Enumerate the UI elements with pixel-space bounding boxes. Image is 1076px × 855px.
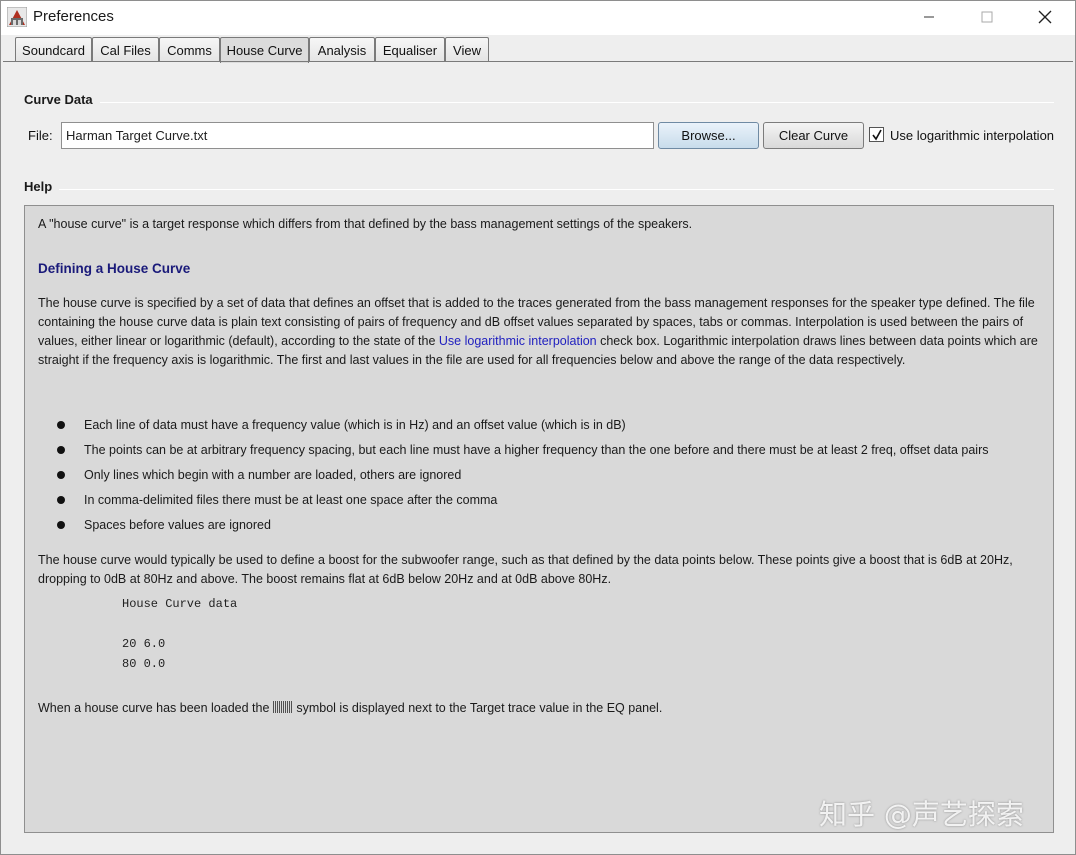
checkmark-icon [871, 129, 882, 140]
watermark: 知乎 @声艺探索 [819, 798, 1024, 831]
list-item: Each line of data must have a frequency … [55, 412, 1045, 437]
close-button[interactable] [1016, 1, 1074, 33]
tab-soundcard[interactable]: Soundcard [15, 37, 92, 62]
list-item-text: Only lines which begin with a number are… [84, 467, 462, 482]
help-divider [59, 189, 1054, 190]
preferences-window: Preferences Soundcard Cal Files Comms Ho… [0, 0, 1076, 855]
help-paragraph-3-text-a: When a house curve has been loaded the [38, 701, 273, 715]
minimize-icon [924, 16, 934, 18]
code-line-1: 20 6.0 [122, 637, 166, 651]
tab-comms[interactable]: Comms [159, 37, 220, 62]
code-line-2: 80 0.0 [122, 657, 166, 671]
help-paragraph-2: The house curve would typically be used … [38, 553, 1013, 586]
house-curve-symbol-icon [272, 701, 293, 713]
window-title: Preferences [33, 8, 114, 25]
minimize-button[interactable] [900, 1, 958, 33]
help-section-title: Help [24, 179, 53, 194]
bullet-icon [57, 445, 65, 454]
tab-equaliser[interactable]: Equaliser [375, 37, 445, 62]
file-label: File: [28, 128, 53, 143]
browse-button[interactable]: Browse... [658, 122, 759, 149]
curve-data-divider [100, 102, 1054, 103]
bullet-icon [57, 495, 65, 504]
tab-analysis[interactable]: Analysis [309, 37, 375, 62]
list-item: The points can be at arbitrary frequency… [55, 437, 1045, 462]
title-bar: Preferences [1, 1, 1075, 35]
list-item-text: Spaces before values are ignored [84, 517, 271, 532]
help-heading: Defining a House Curve [38, 261, 191, 276]
help-bullet-list: Each line of data must have a frequency … [55, 412, 1045, 537]
bullet-icon [57, 520, 65, 529]
tab-bar: Soundcard Cal Files Comms House Curve An… [1, 35, 1075, 63]
help-paragraph-3-text-b: symbol is displayed next to the Target t… [292, 701, 663, 715]
bullet-icon [57, 470, 65, 479]
bullet-icon [57, 420, 65, 429]
list-item-text: The points can be at arbitrary frequency… [84, 442, 989, 457]
list-item: In comma-delimited files there must be a… [55, 487, 1045, 512]
list-item-text: Each line of data must have a frequency … [84, 417, 626, 432]
maximize-button[interactable] [958, 1, 1016, 33]
curve-data-section-title: Curve Data [24, 92, 93, 107]
close-icon [1038, 10, 1052, 24]
log-interpolation-checkbox[interactable] [869, 127, 884, 142]
code-line-header: House Curve data [122, 597, 238, 611]
file-input[interactable] [61, 122, 654, 149]
list-item-text: In comma-delimited files there must be a… [84, 492, 498, 507]
log-interpolation-link[interactable]: Use logarithmic interpolation [439, 334, 597, 348]
help-paragraph-3: When a house curve has been loaded the s… [38, 699, 1038, 718]
tab-view[interactable]: View [445, 37, 489, 62]
help-intro: A "house curve" is a target response whi… [38, 217, 693, 231]
list-item: Spaces before values are ignored [55, 512, 1045, 537]
clear-curve-button[interactable]: Clear Curve [763, 122, 864, 149]
help-paragraph-1: The house curve is specified by a set of… [38, 294, 1038, 370]
tab-house-curve[interactable]: House Curve [220, 37, 309, 63]
log-interpolation-label[interactable]: Use logarithmic interpolation [890, 128, 1054, 143]
help-text-pane[interactable]: A "house curve" is a target response whi… [24, 205, 1054, 833]
list-item: Only lines which begin with a number are… [55, 462, 1045, 487]
maximize-icon [981, 11, 993, 23]
tab-cal-files[interactable]: Cal Files [92, 37, 159, 62]
app-icon [7, 7, 27, 27]
